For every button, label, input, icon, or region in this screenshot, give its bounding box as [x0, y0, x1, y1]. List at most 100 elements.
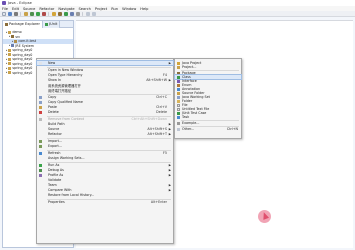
run-icon [39, 163, 42, 167]
menu-item-new[interactable]: New ▶ [36, 60, 174, 66]
menu-item-profile-as[interactable]: Profile As ▶ [37, 173, 173, 177]
example-icon [177, 121, 180, 125]
back-icon[interactable] [86, 11, 90, 16]
menu-item-show-in[interactable]: Show In Alt+Shift+W ▶ [37, 78, 173, 82]
tab-junit[interactable]: JUnit [43, 20, 61, 28]
menu-file[interactable]: File [2, 7, 8, 11]
tab-package-explorer[interactable]: Package Explorer [3, 20, 44, 28]
submenu-arrow-icon: ▶ [168, 173, 171, 177]
expand-arrow-icon[interactable]: ▸ [9, 35, 10, 38]
expand-arrow-icon[interactable]: ▸ [6, 58, 7, 61]
menu-edit[interactable]: Edit [12, 7, 19, 11]
menu-item-build-path[interactable]: Build Path ▶ [37, 122, 173, 126]
expand-arrow-icon[interactable]: ▸ [6, 62, 7, 65]
menu-source[interactable]: Source [23, 7, 35, 11]
menu-item-assign-working-sets[interactable]: Assign Working Sets... [37, 156, 173, 160]
menu-item-source[interactable]: Source Alt+Shift+S ▶ [37, 127, 173, 131]
menu-item-properties[interactable]: Properties Alt+Enter [37, 200, 173, 204]
new-java-project-icon[interactable] [52, 11, 56, 16]
toolbar-separator [82, 11, 83, 16]
submenu-arrow-icon: ▶ [168, 163, 171, 167]
menu-item-label: Properties [48, 200, 65, 204]
run-icon[interactable] [36, 11, 40, 16]
menu-item-item-5[interactable]: 用系统资源管理器打开 [37, 83, 173, 88]
menu-window[interactable]: Window [122, 7, 136, 11]
menu-item-run-as[interactable]: Run As ▶ [37, 163, 173, 167]
new-package-icon[interactable] [58, 11, 62, 16]
menu-search[interactable]: Search [79, 7, 91, 11]
new-submenu: Java Project Project... Package Class Interf… [174, 58, 242, 139]
menu-item-label: Show In [48, 78, 62, 82]
menu-run[interactable]: Run [111, 7, 118, 11]
menu-navigate[interactable]: Navigate [58, 7, 74, 11]
tree-item-label: com.it.test [18, 39, 36, 44]
menu-item-team[interactable]: Team ▶ [37, 183, 173, 187]
expand-arrow-icon[interactable]: ▸ [9, 44, 10, 47]
menu-item-debug-as[interactable]: Debug As ▶ [37, 168, 173, 172]
new-class-icon[interactable] [64, 11, 68, 16]
menu-item-label: Refactor [48, 132, 62, 136]
task-icon [177, 115, 180, 119]
submenu-item-project[interactable]: Project... [175, 65, 241, 69]
toolbar-separator [48, 11, 49, 16]
tree-item-label: spring_day0 [12, 48, 33, 53]
menu-item-refactor[interactable]: Refactor Alt+Shift+T ▶ [37, 132, 173, 136]
menu-item-refresh[interactable]: Refresh F5 [37, 151, 173, 155]
menu-item-label: Debug As [48, 168, 64, 172]
search-icon[interactable] [76, 11, 80, 16]
tab-label: Package Explorer [9, 22, 41, 26]
menu-item-copy[interactable]: Copy Ctrl+C [37, 95, 173, 99]
shortcut-label: Ctrl+C [156, 95, 167, 99]
menu-item-label: Run As [48, 163, 60, 167]
junit-icon [45, 22, 49, 26]
debug-icon[interactable] [30, 11, 34, 16]
import-icon [39, 139, 42, 143]
expand-arrow-icon[interactable]: ▸ [6, 49, 7, 52]
open-type-icon[interactable] [70, 11, 74, 16]
submenu-item-other[interactable]: Other... Ctrl+N [175, 127, 241, 131]
menu-item-validate[interactable]: Validate [37, 178, 173, 182]
expand-arrow-icon[interactable]: ▸ [6, 71, 7, 74]
print-icon[interactable] [14, 11, 18, 16]
context-menu: New ▶ Open in New Window Open Type Hierarch… [36, 58, 174, 244]
package-explorer-icon [5, 22, 8, 26]
menu-item-label: Source [48, 127, 60, 131]
menu-help[interactable]: Help [140, 7, 148, 11]
submenu-item-task[interactable]: Task [175, 115, 241, 119]
menu-item-compare-with[interactable]: Compare With ▶ [37, 188, 173, 192]
menu-project[interactable]: Project [95, 7, 107, 11]
tab-label: JUnit [49, 22, 58, 26]
submenu-arrow-icon: ▶ [168, 61, 171, 65]
menu-item-open-in-new-window[interactable]: Open in New Window [37, 68, 173, 72]
save-icon[interactable] [8, 11, 12, 16]
other-icon [177, 127, 180, 131]
menu-item-paste[interactable]: Paste Ctrl+V [37, 105, 173, 109]
submenu-item-example[interactable]: Example... [175, 121, 241, 125]
stop-icon[interactable] [42, 11, 46, 16]
expand-arrow-icon[interactable]: ▸ [6, 31, 7, 34]
menu-item-import[interactable]: Import... [37, 139, 173, 143]
new-icon[interactable] [2, 11, 6, 16]
menu-item-export[interactable]: Export... [37, 144, 173, 148]
menu-item-delete[interactable]: Delete Delete [37, 110, 173, 114]
menu-item-copy-qualified-name[interactable]: Copy Qualified Name [37, 100, 173, 104]
explorer-tab-row: Package Explorer JUnit [3, 20, 73, 28]
shortcut-label: Ctrl+N [226, 127, 238, 131]
menu-item-item-6[interactable]: 用终端打开路径 [37, 88, 173, 93]
menu-item-label: Import... [48, 139, 63, 143]
menu-item-restore-from-local-history[interactable]: Restore from Local History... [37, 193, 173, 197]
expand-arrow-icon[interactable]: ▸ [12, 40, 13, 43]
forward-icon[interactable] [92, 11, 96, 16]
submenu-arrow-icon: ▶ [168, 78, 171, 82]
expand-arrow-icon[interactable]: ▸ [6, 67, 7, 70]
menu-item-label: New [48, 61, 56, 65]
shortcut-label: Ctrl+V [156, 105, 167, 109]
shortcut-label: Ctrl+Alt+Shift+Down [131, 117, 167, 121]
menu-refactor[interactable]: Refactor [39, 7, 54, 11]
menu-item-label: Delete [48, 110, 59, 114]
expand-arrow-icon[interactable]: ▸ [6, 53, 7, 56]
menu-item-label: Export... [48, 144, 62, 148]
build-icon[interactable] [24, 11, 28, 16]
menu-item-open-type-hierarchy[interactable]: Open Type Hierarchy F4 [37, 73, 173, 77]
tree-item-label: spring_day0 [12, 61, 33, 66]
